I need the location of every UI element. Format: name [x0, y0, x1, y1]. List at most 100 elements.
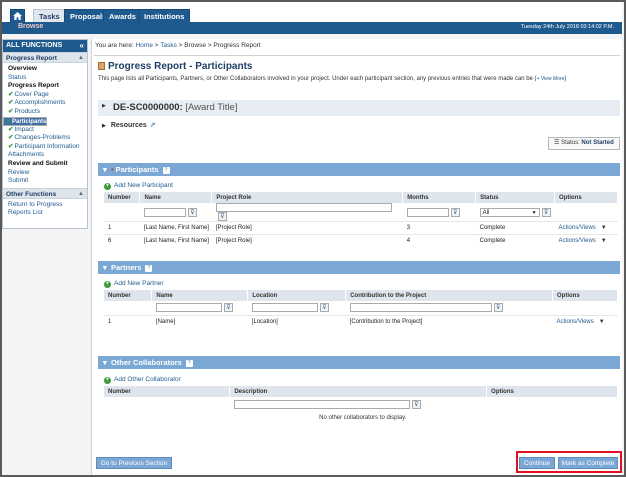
sidebar-item-label: Impact — [14, 125, 34, 133]
sidebar-item-submit[interactable]: Submit — [3, 177, 87, 186]
page-title-text: Progress Report - Participants — [108, 61, 253, 72]
sidebar-item-label: Participant Information Attachments — [8, 142, 80, 159]
chevron-down-icon[interactable]: ▾ — [103, 165, 107, 174]
role-filter-input[interactable] — [215, 203, 392, 212]
sidebar-item-accomplishments[interactable]: ✔Accomplishments — [3, 99, 87, 108]
checkmark-icon: ✔ — [8, 107, 14, 115]
checkmark-icon: ✔ — [8, 125, 14, 133]
help-icon[interactable]: ? — [162, 167, 170, 174]
resources-label: Resources — [110, 122, 147, 129]
resources-toggle[interactable]: ▶ Resources ⇗ — [102, 121, 156, 129]
add-collaborator-label: Add Other Collaborator — [114, 376, 181, 383]
add-other-collaborator-link[interactable]: + Add Other Collaborator — [104, 376, 181, 384]
participants-section-header[interactable]: ▾ • Participants? — [98, 163, 620, 176]
sidebar-item-participant-information-attachments[interactable]: ✔Participant Information Attachments — [3, 143, 87, 160]
chevron-up-icon[interactable]: ▲ — [78, 189, 84, 200]
sidebar-section-other-functions[interactable]: Other Functions ▲ — [3, 187, 87, 200]
months-filter-input[interactable] — [406, 207, 449, 217]
location-filter-input[interactable] — [251, 303, 318, 313]
sidebar-section-progress-report[interactable]: Progress Report ▲ — [3, 52, 87, 63]
award-bar[interactable]: ▶ DE-SC0000000: [Award Title] — [98, 100, 620, 116]
cell-name: [Last Name, First Name] — [139, 221, 212, 235]
external-link-icon[interactable]: ⇗ — [150, 122, 156, 129]
status-filter-select[interactable]: All ▼ — [479, 207, 540, 217]
award-id: DE-SC0000000: [Award Title] — [113, 102, 238, 113]
page-intro: This page lists all Participants, Partne… — [98, 76, 567, 82]
help-icon[interactable]: ? — [185, 360, 193, 367]
caret-down-icon[interactable]: ▼ — [601, 225, 607, 231]
chevron-down-icon: ▼ — [531, 209, 537, 216]
tab-awards[interactable]: Awards — [103, 9, 142, 23]
sidebar-items: Overview Status Progress Report ✔Cover Page… — [3, 63, 87, 186]
sidebar-item-products[interactable]: ✔Products — [3, 108, 87, 117]
main-content: You are here: Home > Tasks > Browse > Pr… — [91, 39, 622, 475]
filter-icon[interactable]: ⊽ — [450, 207, 460, 217]
filter-icon[interactable]: ⊽ — [319, 303, 329, 313]
sidebar-item-cover-page[interactable]: ✔Cover Page — [3, 91, 87, 100]
plus-icon: + — [104, 183, 111, 190]
sidebar-item-review[interactable]: Review — [3, 169, 87, 178]
column-header: Options — [552, 290, 618, 301]
intro-text: This page lists all Participants, Partne… — [98, 76, 533, 82]
go-to-previous-section-button[interactable]: Go to Previous Section — [96, 457, 172, 469]
tab-institutions[interactable]: Institutions — [138, 9, 191, 23]
caret-down-icon[interactable]: ▼ — [599, 319, 605, 325]
triangle-right-icon[interactable]: ▶ — [102, 123, 106, 129]
chevron-down-icon[interactable]: ▾ — [103, 358, 107, 367]
filter-icon[interactable]: ⊽ — [187, 207, 197, 217]
filter-icon[interactable]: ⊽ — [217, 212, 227, 221]
contribution-filter-input[interactable] — [349, 303, 492, 313]
name-filter-input[interactable] — [155, 303, 222, 313]
actions-views-link[interactable]: Actions/Views — [559, 225, 596, 231]
participants-title: Participants — [115, 165, 159, 174]
cell-number: 1 — [104, 221, 140, 235]
home-button[interactable] — [10, 9, 25, 23]
add-new-participant-link[interactable]: + Add New Participant — [104, 182, 173, 190]
actions-views-link[interactable]: Actions/Views — [559, 238, 596, 244]
column-header: Name — [151, 290, 249, 301]
add-partner-label: Add New Partner — [114, 280, 164, 287]
add-new-partner-link[interactable]: + Add New Partner — [104, 280, 164, 288]
cell-name: [Name] — [151, 314, 248, 328]
triangle-right-icon[interactable]: ▶ — [102, 103, 106, 109]
caret-down-icon[interactable]: ▼ — [601, 238, 607, 244]
cell-number: 1 — [104, 314, 152, 328]
breadcrumb-tasks[interactable]: Tasks — [160, 42, 177, 49]
table-row: 1 [Last Name, First Name] [Project Role]… — [104, 221, 618, 235]
breadcrumb-browse[interactable]: Browse — [184, 42, 206, 49]
filter-icon[interactable]: ⊽ — [493, 303, 503, 313]
filter-icon[interactable]: ⊽ — [223, 303, 233, 313]
status-label: Status: — [561, 140, 580, 146]
list-icon: ☰ — [554, 140, 560, 146]
sidebar-item-overview: Overview — [3, 65, 87, 74]
sidebar-item-status[interactable]: Status — [3, 74, 87, 83]
browse-link[interactable]: Browse — [18, 23, 43, 30]
required-icon: • — [110, 165, 114, 174]
highlight-box — [516, 451, 622, 473]
return-to-progress-reports-link[interactable]: Return to Progress Reports List — [3, 199, 87, 218]
sidebar-item-label: Participants — [12, 118, 47, 125]
actions-views-link[interactable]: Actions/Views — [557, 319, 594, 325]
name-filter-input[interactable] — [143, 207, 186, 217]
column-header: Status — [475, 192, 556, 203]
divider — [94, 55, 620, 56]
description-filter-input[interactable] — [233, 399, 410, 409]
sidebar-item-label: Products — [14, 107, 41, 115]
collaborators-section-header[interactable]: ▾ Other Collaborators? — [98, 356, 620, 369]
chevron-down-icon[interactable]: ▾ — [103, 263, 107, 272]
sidebar-item-participants[interactable]: ✔Participants — [3, 116, 48, 126]
sidebar-item-changes-problems[interactable]: ✔Changes-Problems — [3, 134, 87, 143]
chevron-up-icon[interactable]: ▲ — [78, 53, 84, 64]
breadcrumb-home[interactable]: Home — [136, 42, 153, 49]
view-more-link[interactable]: + View More — [537, 76, 565, 82]
status-indicator[interactable]: ☰ Status: Not Started — [548, 137, 620, 150]
filter-icon[interactable]: ⊽ — [541, 207, 551, 217]
sidebar-item-impact[interactable]: ✔Impact — [3, 126, 87, 135]
partners-section-header[interactable]: ▾ Partners? — [98, 261, 620, 274]
tab-tasks[interactable]: Tasks — [33, 9, 66, 23]
sidebar-item-label: Submit — [8, 177, 29, 185]
filter-icon[interactable]: ⊽ — [411, 399, 421, 409]
help-icon[interactable]: ? — [145, 265, 153, 272]
sidebar-item-label: Review and Submit — [8, 159, 68, 167]
collapse-icon[interactable]: « — [80, 40, 84, 52]
